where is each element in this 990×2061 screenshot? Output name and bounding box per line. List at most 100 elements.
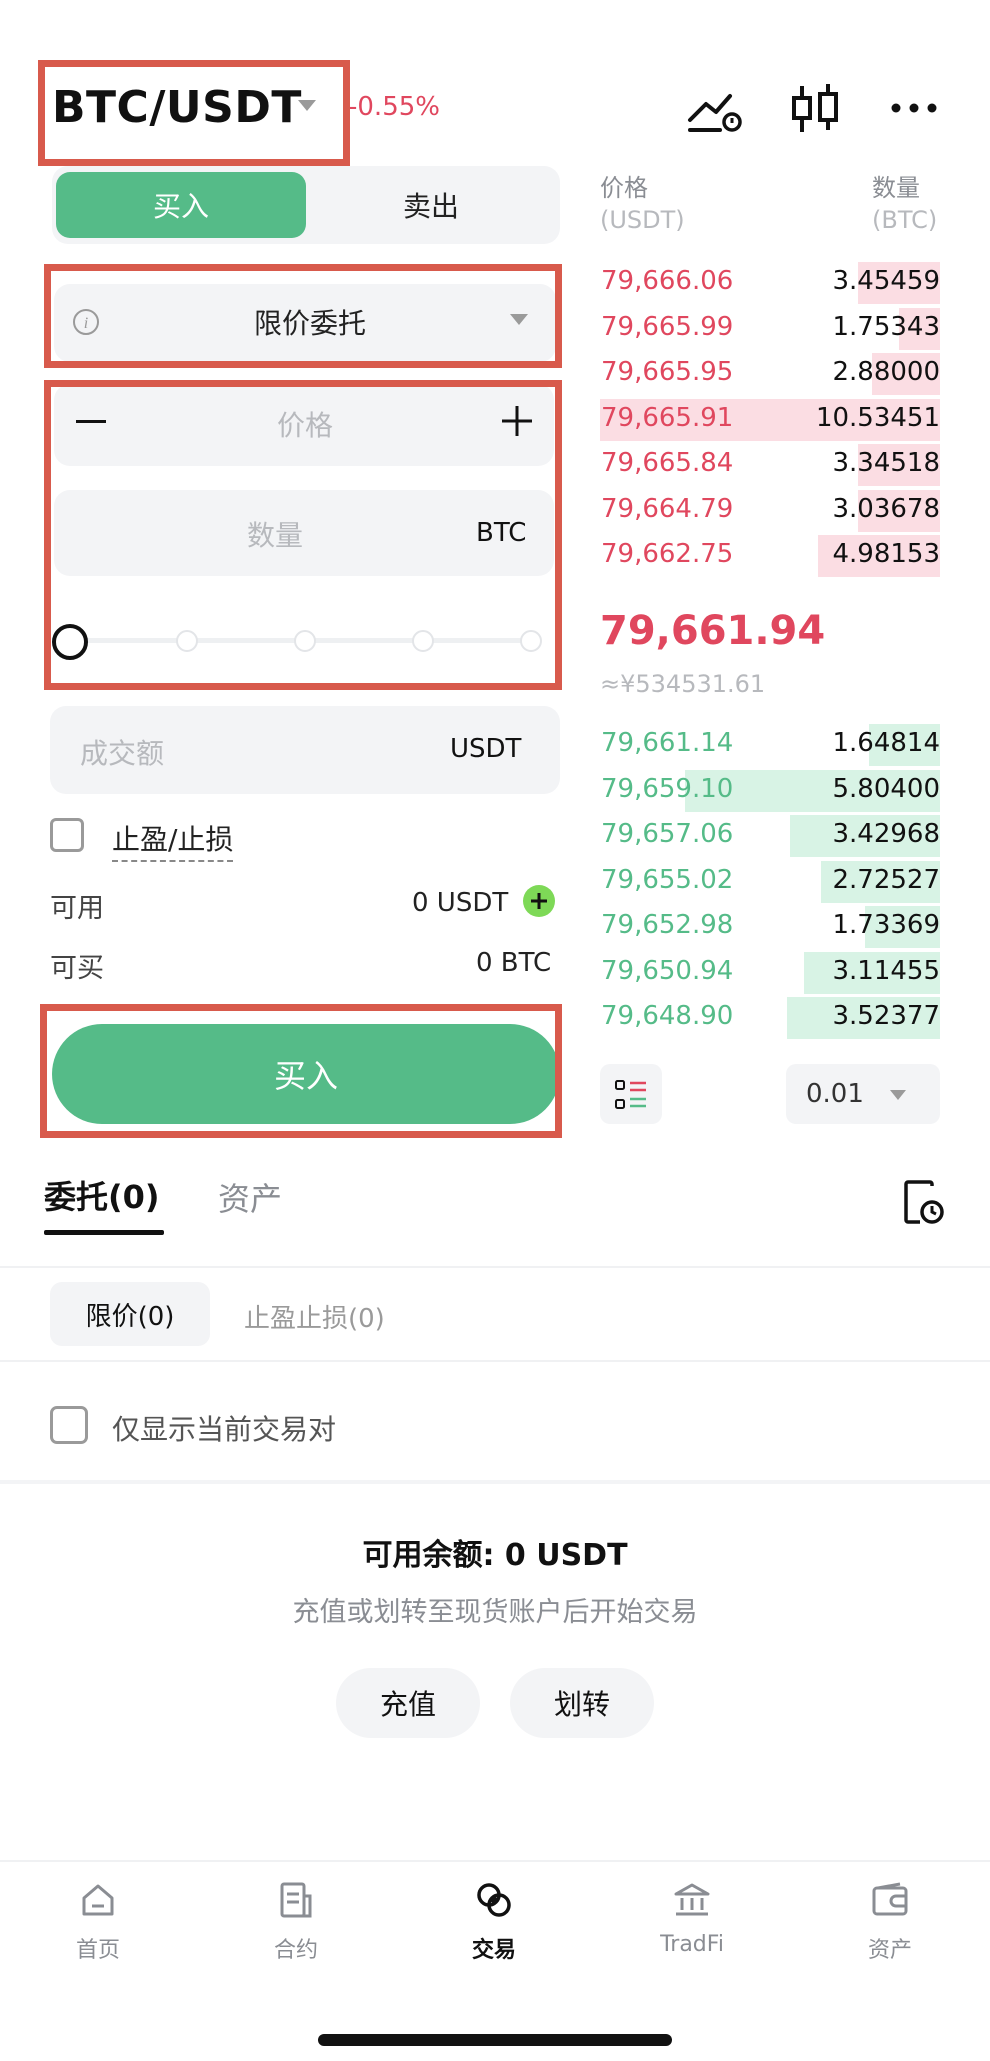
nav-trade[interactable]: 交易 xyxy=(434,1880,554,1964)
bid-price: 79,648.90 xyxy=(601,1001,734,1031)
ask-row[interactable]: 79,664.79 3.03678 xyxy=(600,489,940,532)
available-label: 可用 xyxy=(50,893,104,924)
buyable-label: 可买 xyxy=(50,953,104,984)
available-value: 0 USDT xyxy=(412,888,509,918)
bid-price: 79,661.14 xyxy=(601,728,734,758)
ask-price: 79,665.91 xyxy=(601,402,734,433)
ask-row[interactable]: 79,665.84 3.34518 xyxy=(600,444,940,486)
ask-price: 79,665.99 xyxy=(601,311,734,342)
bid-quantity: 2.72527 xyxy=(832,864,940,895)
ask-quantity: 2.88000 xyxy=(832,357,940,387)
chart-line-icon[interactable] xyxy=(686,82,746,136)
bid-row[interactable]: 79,659.10 5.80400 xyxy=(600,769,940,812)
nav-assets-label: 资产 xyxy=(867,1938,912,1963)
contract-icon xyxy=(280,1882,312,1918)
nav-trade-label: 交易 xyxy=(471,1938,516,1963)
ask-price: 79,665.95 xyxy=(601,357,734,387)
wallet-icon xyxy=(872,1882,908,1916)
tpsl-label[interactable]: 止盈/止损 xyxy=(112,818,234,862)
tab-assets[interactable]: 资产 xyxy=(218,1174,282,1220)
bid-quantity: 3.11455 xyxy=(832,955,940,986)
ask-quantity: 3.45459 xyxy=(832,266,940,296)
trade-icon xyxy=(477,1883,511,1917)
subtab-tpsl[interactable]: 止盈止损(0) xyxy=(244,1298,385,1335)
ask-quantity: 1.75343 xyxy=(832,311,940,342)
highlight-box xyxy=(44,380,562,690)
nav-home[interactable]: 首页 xyxy=(38,1880,158,1964)
divider xyxy=(0,1480,990,1484)
ask-row[interactable]: 79,665.99 1.75343 xyxy=(600,307,940,350)
bid-price: 79,650.94 xyxy=(601,955,734,986)
highlight-box xyxy=(38,60,350,166)
divider xyxy=(0,1266,990,1268)
bid-quantity: 3.42968 xyxy=(832,819,940,849)
nav-assets[interactable]: 资产 xyxy=(830,1880,950,1964)
last-price-cny: ≈¥534531.61 xyxy=(600,670,766,698)
precision-select[interactable]: 0.01 xyxy=(786,1064,940,1124)
more-icon[interactable] xyxy=(886,82,946,136)
ask-quantity: 3.34518 xyxy=(832,448,940,478)
bid-row[interactable]: 79,648.90 3.52377 xyxy=(600,997,940,1039)
home-indicator xyxy=(318,2034,672,2046)
nav-contract-label: 合约 xyxy=(273,1938,318,1963)
ask-row[interactable]: 79,665.91 10.53451 xyxy=(600,398,940,441)
nav-tradfi-label: TradFi xyxy=(660,1932,724,1957)
bid-quantity: 1.64814 xyxy=(832,728,940,758)
deposit-button[interactable]: 充值 xyxy=(336,1668,480,1738)
nav-tradfi[interactable]: TradFi xyxy=(632,1880,752,1957)
ask-quantity: 3.03678 xyxy=(832,493,940,524)
bid-row[interactable]: 79,652.98 1.73369 xyxy=(600,906,940,948)
bid-row[interactable]: 79,661.14 1.64814 xyxy=(600,724,940,766)
divider xyxy=(0,1360,990,1362)
tpsl-checkbox[interactable] xyxy=(50,818,84,852)
transfer-button[interactable]: 划转 xyxy=(510,1668,654,1738)
bank-icon xyxy=(674,1883,710,1916)
tab-orders[interactable]: 委托(0) xyxy=(44,1172,160,1218)
highlight-box xyxy=(44,264,562,368)
ask-price: 79,665.84 xyxy=(601,448,734,478)
precision-value: 0.01 xyxy=(806,1079,864,1109)
ask-price: 79,664.79 xyxy=(601,493,734,524)
nav-home-label: 首页 xyxy=(75,1938,120,1963)
current-pair-filter-label: 仅显示当前交易对 xyxy=(112,1413,337,1446)
ask-row[interactable]: 79,666.06 3.45459 xyxy=(600,262,940,304)
price-column-unit: (USDT) xyxy=(600,206,685,234)
nav-contract[interactable]: 合约 xyxy=(236,1880,356,1964)
buy-tab[interactable]: 买入 xyxy=(56,172,306,238)
price-column-header: 价格 xyxy=(600,174,648,202)
balance-title: 可用余额: 0 USDT xyxy=(362,1538,628,1573)
bid-row[interactable]: 79,655.02 2.72527 xyxy=(600,860,940,903)
qty-column-unit: (BTC) xyxy=(872,206,938,234)
qty-column-header: 数量 xyxy=(872,174,920,202)
bid-quantity: 5.80400 xyxy=(832,773,940,804)
price-change: -0.55% xyxy=(348,92,440,122)
ask-row[interactable]: 79,665.95 2.88000 xyxy=(600,353,940,395)
total-unit: USDT xyxy=(450,734,522,764)
depth-mode-button[interactable] xyxy=(600,1064,662,1124)
buyable-value: 0 BTC xyxy=(476,948,552,978)
bid-quantity: 3.52377 xyxy=(832,1001,940,1031)
candlestick-icon[interactable] xyxy=(786,82,846,136)
ask-price: 79,662.75 xyxy=(601,539,734,569)
bid-row[interactable]: 79,650.94 3.11455 xyxy=(600,951,940,994)
sell-tab[interactable]: 卖出 xyxy=(306,172,556,238)
order-history-icon[interactable] xyxy=(902,1180,946,1226)
bid-price: 79,659.10 xyxy=(601,773,734,804)
highlight-box xyxy=(40,1004,562,1138)
ask-quantity: 4.98153 xyxy=(832,539,940,569)
list-toggle-icon xyxy=(615,1080,646,1109)
add-funds-icon[interactable] xyxy=(522,884,556,918)
balance-hint: 充值或划转至现货账户后开始交易 xyxy=(292,1597,698,1628)
current-pair-checkbox[interactable] xyxy=(50,1406,88,1444)
ask-row[interactable]: 79,662.75 4.98153 xyxy=(600,535,940,577)
active-tab-indicator xyxy=(44,1230,164,1235)
bid-quantity: 1.73369 xyxy=(832,910,940,940)
subtab-limit[interactable]: 限价(0) xyxy=(50,1282,210,1346)
bid-price: 79,652.98 xyxy=(601,910,734,940)
bid-price: 79,655.02 xyxy=(601,864,734,895)
bid-price: 79,657.06 xyxy=(601,819,734,849)
total-input[interactable]: 成交额 xyxy=(80,732,164,772)
precision-caret-icon xyxy=(890,1090,906,1100)
bid-row[interactable]: 79,657.06 3.42968 xyxy=(600,815,940,857)
ask-quantity: 10.53451 xyxy=(815,402,940,433)
